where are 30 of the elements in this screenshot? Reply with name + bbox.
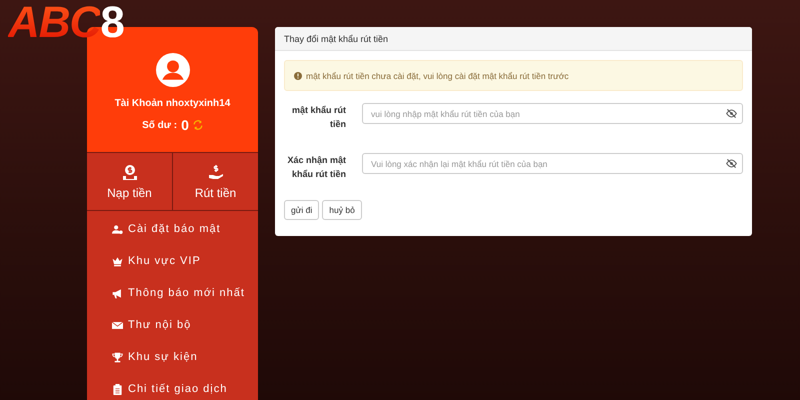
- balance-label: Số dư :: [142, 120, 178, 130]
- coin-icon: [122, 164, 138, 180]
- withdraw-button[interactable]: Rút tiền: [173, 153, 258, 210]
- eye-slash-icon[interactable]: [726, 158, 737, 169]
- account-name: Tài Khoản nhoxtyxinh14: [114, 98, 230, 109]
- menu-item[interactable]: Thư nội bộ: [87, 309, 258, 341]
- submit-button[interactable]: gửi đi: [284, 200, 320, 220]
- trophy-icon: [112, 352, 123, 362]
- megaphone-icon: [112, 288, 123, 298]
- menu-item[interactable]: Chi tiết giao dịch: [87, 373, 258, 400]
- crown-icon: [112, 256, 123, 266]
- menu-item[interactable]: Thông báo mới nhất: [87, 277, 258, 309]
- eye-slash-icon[interactable]: [726, 108, 737, 119]
- exclamation-icon: [294, 72, 302, 80]
- menu-item[interactable]: Khu vực VIP: [87, 245, 258, 277]
- envelope-icon: [112, 320, 123, 330]
- avatar-icon: [156, 53, 190, 87]
- password-field[interactable]: Vui lòng xác nhận lại mật khẩu rút tiền của bạn: [362, 153, 743, 174]
- hand-dollar-icon: [208, 164, 224, 180]
- deposit-button[interactable]: Nạp tiền: [87, 153, 173, 210]
- password-field[interactable]: vui lòng nhập mật khẩu rút tiền của bạn: [362, 103, 743, 124]
- menu-item[interactable]: Khu sự kiện: [87, 341, 258, 373]
- cancel-button[interactable]: huỷ bỏ: [322, 200, 362, 220]
- alert-text: mật khẩu rút tiền chưa cài đặt, vui lòng cài đặt mật khẩu rút tiền trước: [306, 70, 569, 80]
- field-label: mật khẩu rút tiền: [290, 104, 346, 131]
- field-label: Xác nhận mật khẩu rút tiền: [286, 154, 346, 181]
- panel-title: Thay đổi mật khẩu rút tiền: [275, 27, 752, 51]
- clipboard-icon: [112, 384, 123, 394]
- balance-value: 0: [181, 117, 189, 133]
- menu-item[interactable]: Cài đặt báo mật: [87, 213, 258, 245]
